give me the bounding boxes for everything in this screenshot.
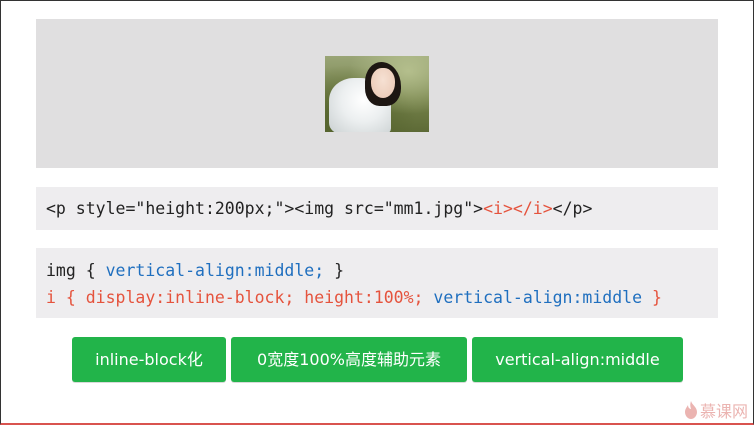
photo-subject-face xyxy=(371,68,395,98)
imooc-watermark: 慕课网 xyxy=(684,399,748,421)
vertical-align-button[interactable]: vertical-align:middle xyxy=(472,337,683,382)
demo-paragraph-box xyxy=(36,19,718,168)
helper-element-button[interactable]: 0宽度100%高度辅助元素 xyxy=(231,337,467,382)
css-code-line-1: img { vertical-align:middle; } xyxy=(46,257,718,284)
css-close-brace: } xyxy=(324,261,345,280)
inline-block-button[interactable]: inline-block化 xyxy=(72,337,226,382)
flame-icon xyxy=(684,401,698,419)
css-code-snippet: img { vertical-align:middle; } i { displa… xyxy=(36,248,718,318)
html-code-part: <p style="height:200px;"><img src="mm1.j… xyxy=(46,199,484,218)
html-code-helper-element: <i></i> xyxy=(483,199,553,218)
css-declaration: vertical-align:middle; xyxy=(105,261,325,280)
css-selector: img { xyxy=(46,261,106,280)
css-code-line-2: i { display:inline-block; height:100%; v… xyxy=(46,284,718,311)
css-declaration: vertical-align:middle xyxy=(433,288,643,307)
html-code-snippet: <p style="height:200px;"><img src="mm1.j… xyxy=(36,187,718,230)
button-row: inline-block化 0宽度100%高度辅助元素 vertical-ali… xyxy=(0,337,756,383)
watermark-text: 慕课网 xyxy=(699,402,748,421)
css-declaration: i { display:inline-block; height:100%; xyxy=(46,288,434,307)
demo-photo xyxy=(325,56,429,132)
html-code-part: </p> xyxy=(552,199,593,218)
css-close-brace: } xyxy=(642,288,662,307)
